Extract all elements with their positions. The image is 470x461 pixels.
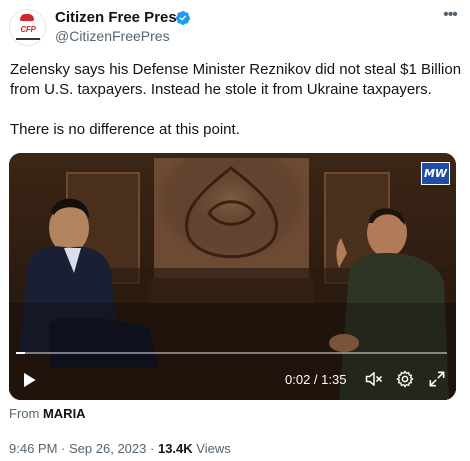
more-options-icon[interactable]: ••• [440,7,460,28]
fullscreen-icon[interactable] [427,369,447,389]
from-source-link[interactable]: MARIA [43,406,86,421]
author-avatar[interactable]: CFP [9,9,46,46]
from-label: From [9,406,40,421]
tweet-text-line1: Zelensky says his Defense Minister Rezni… [10,61,462,98]
settings-gear-icon[interactable] [395,369,415,389]
video-progress-bar[interactable] [16,352,447,354]
video-time: 0:02 / 1:35 [285,372,347,387]
video-frame [9,153,456,400]
author-display-name[interactable]: Citizen Free Press [55,9,185,26]
tweet-text-line2: There is no difference at this point. [10,121,240,138]
tweet-time[interactable]: 9:46 PM [9,441,57,456]
views-count: 13.4K [157,441,193,456]
mw-watermark-logo: MW [421,162,450,185]
avatar-logo-line [16,38,40,40]
meta-separator: · [61,441,66,456]
avatar-logo-text: CFP [20,25,36,34]
author-handle[interactable]: @CitizenFreePres [55,28,170,44]
meta-separator: · [150,441,155,456]
volume-muted-icon[interactable] [364,369,384,389]
play-icon[interactable] [19,370,39,390]
video-progress-fill [16,352,25,354]
video-source-attribution: From MARIA [9,406,86,421]
views-label: Views [196,441,231,456]
video-player[interactable]: MW 0:02 / 1:35 [9,153,456,400]
tweet-text: Zelensky says his Defense Minister Rezni… [10,60,462,140]
tweet-metadata: 9:46 PM · Sep 26, 2023 · 13.4K Views [9,441,231,456]
tweet-date[interactable]: Sep 26, 2023 [69,441,146,456]
avatar-logo-mark [20,14,34,21]
verified-badge-icon [176,11,190,25]
